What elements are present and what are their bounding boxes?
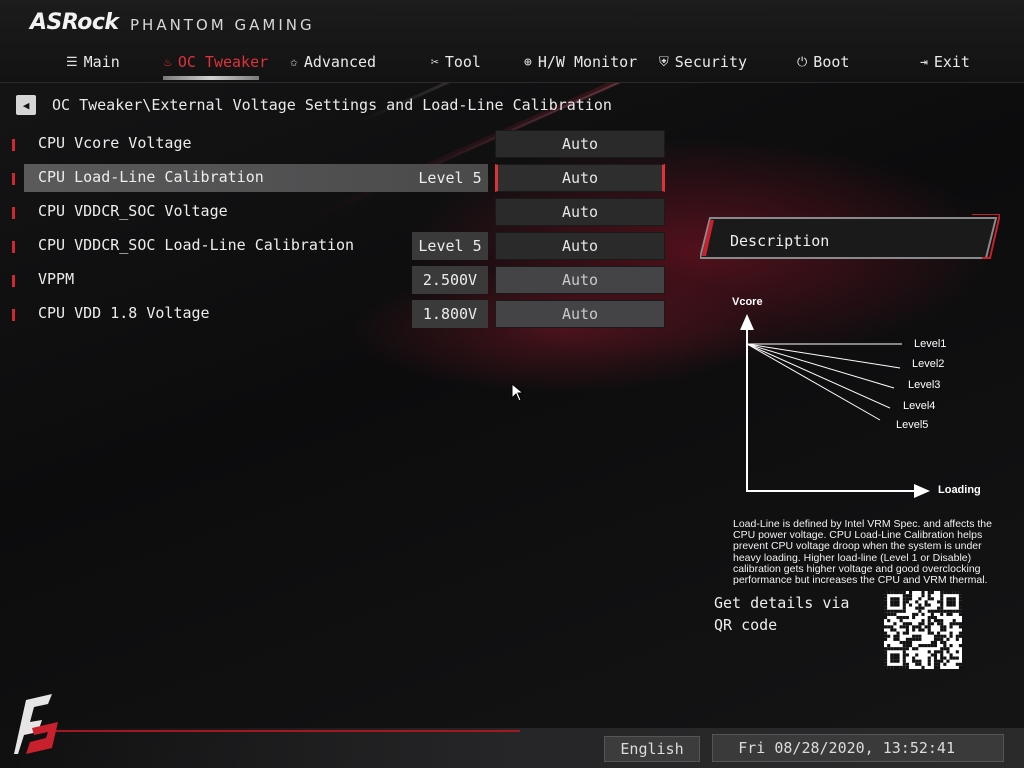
monitor-icon: ⊕ [524, 54, 532, 70]
tab-security[interactable]: ⛨ Security [659, 52, 747, 72]
tab-boot[interactable]: ⏻ Boot [797, 52, 849, 72]
active-tab-indicator [163, 76, 259, 80]
qr-code-icon [884, 591, 962, 669]
tab-label: Advanced [303, 53, 377, 71]
fire-icon: ♨ [164, 54, 172, 70]
description-panel-header: Description [700, 214, 1000, 260]
x-axis-label: Loading [938, 484, 981, 496]
setting-name: CPU Load-Line Calibration [38, 168, 264, 186]
tab-main[interactable]: ☰ Main [66, 52, 120, 72]
level-lines [746, 343, 902, 421]
tab-label: OC Tweaker [177, 53, 269, 71]
tab-label: Boot [813, 53, 850, 71]
level-label: Level5 [896, 419, 928, 431]
row-band: CPU VDD 1.8 Voltage 1.800V [24, 300, 488, 328]
tools-icon: ✂ [431, 54, 439, 70]
y-axis-label: Vcore [732, 296, 763, 308]
x-axis-arrow-icon [914, 484, 930, 498]
tab-label: H/W Monitor [537, 53, 638, 71]
tab-exit[interactable]: ⇥ Exit [920, 52, 970, 72]
setting-name: CPU VDDCR_SOC Voltage [38, 202, 228, 220]
breadcrumb-text: OC Tweaker\External Voltage Settings and… [52, 96, 612, 114]
setting-current-value: 2.500V [412, 266, 488, 294]
setting-current-value: Level 5 [412, 232, 488, 260]
tab-label: Tool [444, 53, 481, 71]
setting-name: CPU Vcore Voltage [38, 134, 192, 152]
bottom-accent-line [40, 730, 520, 732]
row-band: CPU VDDCR_SOC Load-Line Calibration Leve… [24, 232, 488, 260]
setting-value-dropdown[interactable]: Auto [495, 232, 665, 260]
setting-value-dropdown[interactable]: Auto [495, 198, 665, 226]
setting-value-field[interactable]: Auto [495, 266, 665, 294]
description-text: Load-Line is defined by Intel VRM Spec. … [733, 519, 992, 587]
description-title: Description [730, 232, 830, 250]
level-label: Level1 [914, 338, 946, 350]
exit-icon: ⇥ [920, 54, 928, 70]
datetime-display: Fri 08/28/2020, 13:52:41 [712, 734, 1004, 762]
level-label: Level2 [912, 358, 944, 370]
tab-tool[interactable]: ✂ Tool [431, 52, 481, 72]
setting-row-cpu-load-line-calibration[interactable]: CPU Load-Line Calibration Level 5 Auto [12, 164, 692, 192]
setting-value-dropdown[interactable]: Auto [495, 164, 665, 192]
level-label: Level3 [908, 379, 940, 391]
level-line [746, 343, 895, 389]
setting-name: VPPM [38, 270, 75, 288]
top-menu-bar: ASRock PHANTOM GAMING ☰ Main ♨ OC Tweake… [0, 0, 1024, 83]
setting-value-dropdown[interactable]: Auto [495, 130, 665, 158]
setting-value-field[interactable]: Auto [495, 300, 665, 328]
brand-subtitle: PHANTOM GAMING [130, 16, 315, 34]
level-line [746, 343, 881, 421]
setting-row-cpu-vddcr-soc-llc[interactable]: CPU VDDCR_SOC Load-Line Calibration Leve… [12, 232, 692, 260]
mouse-cursor-icon [511, 383, 525, 402]
level-line [746, 343, 901, 369]
row-marker [12, 139, 15, 151]
chevron-left-icon: ◀ [22, 98, 30, 112]
setting-name: CPU VDD 1.8 Voltage [38, 304, 210, 322]
list-icon: ☰ [66, 54, 78, 70]
tab-label: Main [83, 53, 120, 71]
qr-code [884, 591, 962, 669]
tab-label: Security [674, 53, 748, 71]
row-band: CPU VDDCR_SOC Voltage [24, 198, 488, 226]
breadcrumb: ◀ OC Tweaker\External Voltage Settings a… [16, 94, 612, 116]
level-label: Level4 [903, 400, 935, 412]
row-marker [12, 309, 15, 321]
asrock-logo: ASRock [30, 10, 119, 35]
setting-current-value: 1.800V [412, 300, 488, 328]
back-button[interactable]: ◀ [16, 95, 36, 115]
level-line [746, 343, 891, 409]
setting-name: CPU VDDCR_SOC Load-Line Calibration [38, 236, 355, 254]
tab-oc-tweaker[interactable]: ♨ OC Tweaker [164, 52, 268, 72]
setting-row-cpu-vddcr-soc-voltage[interactable]: CPU VDDCR_SOC Voltage Auto [12, 198, 692, 226]
diagram-labels: Vcore Loading Level1 Level2 Level3 Level… [732, 296, 981, 496]
language-button[interactable]: English [604, 736, 700, 762]
setting-row-cpu-vcore-voltage[interactable]: CPU Vcore Voltage Auto [12, 130, 692, 158]
row-marker [12, 207, 15, 219]
row-marker [12, 173, 15, 185]
setting-row-cpu-vdd-18-voltage[interactable]: CPU VDD 1.8 Voltage 1.800V Auto [12, 300, 692, 328]
y-axis-arrow-icon [740, 314, 754, 330]
tab-hw-monitor[interactable]: ⊕ H/W Monitor [524, 52, 637, 72]
tab-label: Exit [933, 53, 970, 71]
setting-current-value: Level 5 [418, 169, 482, 187]
row-marker [12, 241, 15, 253]
star-icon: ✩ [290, 54, 298, 70]
row-band: CPU Load-Line Calibration Level 5 [24, 164, 488, 192]
qr-label: Get details via QR code [714, 594, 850, 634]
setting-row-vppm[interactable]: VPPM 2.500V Auto [12, 266, 692, 294]
row-band: CPU Vcore Voltage [24, 130, 488, 158]
shield-icon: ⛨ [659, 54, 669, 70]
row-band: VPPM 2.500V [24, 266, 488, 294]
row-marker [12, 275, 15, 287]
tab-advanced[interactable]: ✩ Advanced [290, 52, 376, 72]
phantom-gaming-logo [14, 694, 58, 754]
load-line-diagram: Vcore Loading Level1 Level2 Level3 Level… [732, 296, 981, 498]
power-icon: ⏻ [797, 54, 808, 70]
